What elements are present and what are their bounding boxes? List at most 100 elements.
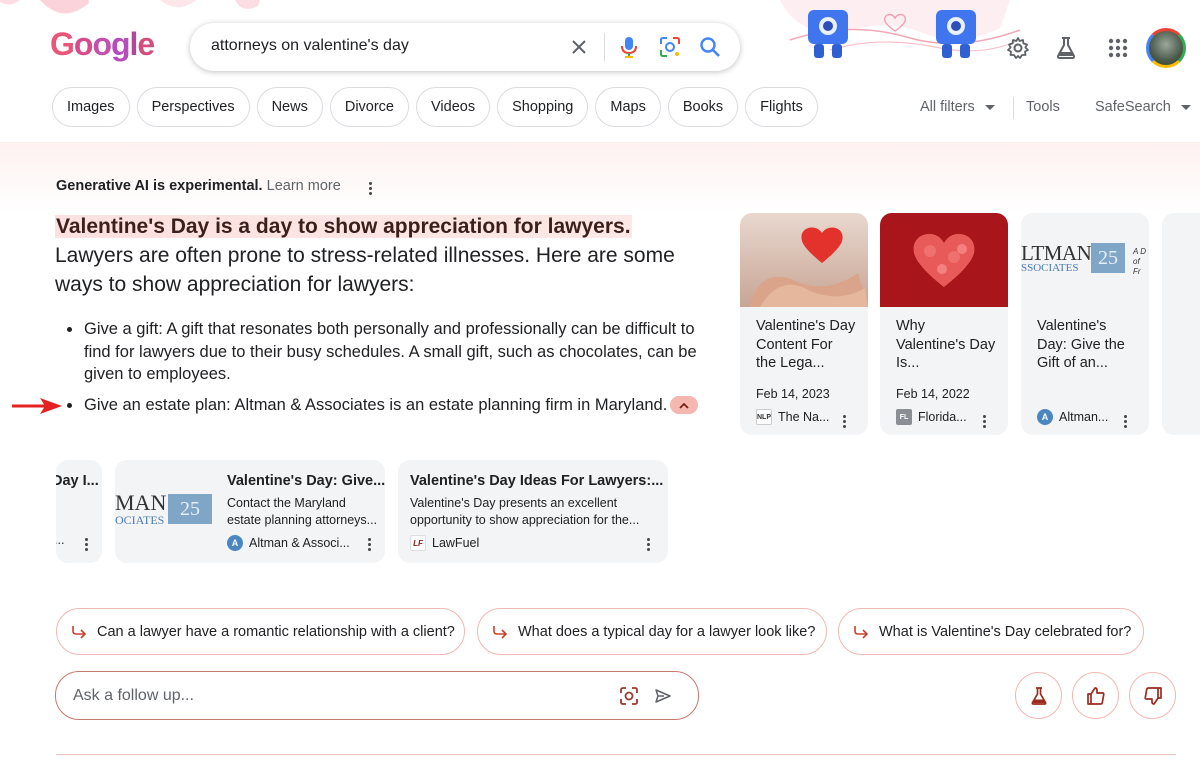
source-card-title: Valentine's Day: Give... [227,473,385,489]
more-options-icon[interactable] [78,534,94,554]
chip-images[interactable]: Images [52,87,130,127]
lens-icon[interactable] [658,35,682,59]
apps-grid-icon[interactable] [1106,36,1130,60]
source-site-name: Altman & Associ... [249,536,350,550]
chevron-down-icon [1180,104,1191,110]
collapse-sources-button[interactable] [670,396,699,415]
logo-letter: g [110,26,131,62]
source-card-partial[interactable] [1162,213,1200,435]
gear-icon[interactable] [1006,36,1030,60]
suggestion-chip[interactable]: Can a lawyer have a romantic relationshi… [56,608,465,655]
chip-maps[interactable]: Maps [595,87,661,127]
source-card-site: A Altman... [1037,409,1108,425]
source-card-title: Day I... [56,473,99,489]
source-card-partial[interactable]: Day I... ... [56,460,102,563]
source-card-snippet: Contact the Maryland estate planning att… [227,496,378,527]
source-card-image [740,213,868,307]
more-options-icon[interactable] [640,534,656,554]
source-card[interactable]: Why Valentine's Day Is... Feb 14, 2022 F… [880,213,1008,435]
labs-flask-icon [1031,686,1046,705]
labs-button[interactable] [1015,672,1062,719]
more-options-icon[interactable] [976,411,992,431]
ai-summary: Valentine's Day is a day to show appreci… [55,212,705,299]
altman-logo-sub: SSOCIATES [1021,262,1079,274]
favicon-icon: A [227,535,243,551]
source-card-image: MAN OCIATES 25 [115,460,217,563]
source-card-site: A Altman & Associ... [227,535,350,551]
reply-arrow-icon [493,625,508,639]
learn-more-link[interactable]: Learn more [267,178,341,194]
header-decoration-right [780,0,1021,58]
list-item: Give an estate plan: Altman & Associates… [67,394,706,417]
thumbs-up-icon [1086,686,1105,705]
avatar[interactable] [1146,28,1186,68]
search-query[interactable]: attorneys on valentine's day [211,37,409,55]
reply-arrow-icon [72,625,87,639]
google-logo[interactable]: Google [50,26,155,66]
source-card-date: Feb 14, 2022 [896,387,970,401]
source-card-title: Valentine's Day Ideas For Lawyers:... [410,473,664,489]
search-icon[interactable] [698,35,722,59]
more-options-icon[interactable] [362,178,378,198]
lens-icon[interactable] [617,684,641,708]
ai-experimental-label: Generative AI is experimental. Learn mor… [56,178,341,194]
more-options-icon[interactable] [1117,411,1133,431]
chip-news[interactable]: News [256,87,323,127]
altman-logo-number: 25 [1091,243,1125,273]
more-options-icon[interactable] [361,534,377,554]
mic-icon[interactable] [617,35,641,59]
source-card-title: Why Valentine's Day Is... [896,318,996,371]
more-options-icon[interactable] [836,411,852,431]
source-card-date: Feb 14, 2023 [756,387,830,401]
send-icon[interactable] [651,684,675,708]
search-divider [604,33,605,61]
chip-shopping[interactable]: Shopping [497,87,589,127]
favicon-icon: A [1037,409,1053,425]
suggestion-text: Can a lawyer have a romantic relationshi… [97,623,455,640]
search-box[interactable]: attorneys on valentine's day [190,23,740,71]
section-divider [56,754,1176,755]
all-filters-label: All filters [920,99,975,115]
all-filters-button[interactable]: All filters [920,99,995,115]
tools-row: All filters Tools SafeSearch [920,97,1200,119]
close-icon[interactable] [567,35,591,59]
chip-divorce[interactable]: Divorce [329,87,409,127]
thumbs-up-button[interactable] [1072,672,1119,719]
altman-logo-tag: A Dof Fr [1133,247,1149,277]
source-card-site: FL Florida... [896,409,967,425]
favicon-icon: LF [410,535,426,551]
chevron-down-icon [984,104,995,110]
chevron-up-icon [679,402,689,409]
source-card-image [880,213,1008,307]
ai-label-bold: Generative AI is experimental. [56,178,263,194]
source-card-title: Valentine's Day Content For the Lega... [756,318,856,371]
logo-letter: G [50,26,75,62]
source-card-image: LTMAN SSOCIATES 25 A Dof Fr [1021,213,1149,307]
labs-flask-icon[interactable] [1054,36,1078,60]
source-site-name: LawFuel [432,536,480,550]
suggestion-text: What does a typical day for a lawyer loo… [518,623,816,640]
red-arrow-annotation [12,398,62,414]
safesearch-button[interactable]: SafeSearch [1095,99,1191,115]
bullet-text: Give an estate plan: Altman & Associates… [84,395,668,414]
source-card[interactable]: Valentine's Day Content For the Lega... … [740,213,868,435]
source-site-name: Altman... [1059,410,1109,424]
ai-summary-text: Lawyers are often prone to stress-relate… [55,244,675,296]
chip-books[interactable]: Books [667,87,739,127]
filter-chips: Images Perspectives News Divorce Videos … [52,87,818,127]
chip-flights[interactable]: Flights [745,87,818,127]
favicon-icon: NLP [756,409,772,425]
source-card[interactable]: Valentine's Day Ideas For Lawyers:... Va… [398,460,668,563]
chip-perspectives[interactable]: Perspectives [136,87,250,127]
source-card[interactable]: LTMAN SSOCIATES 25 A Dof Fr Valentine's … [1021,213,1149,435]
chip-videos[interactable]: Videos [416,87,491,127]
followup-input[interactable] [73,684,593,708]
thumbs-down-button[interactable] [1129,672,1176,719]
logo-letter: o [92,26,112,62]
suggestion-chip[interactable]: What does a typical day for a lawyer loo… [477,608,827,655]
source-card[interactable]: MAN OCIATES 25 Valentine's Day: Give... … [115,460,385,563]
source-card-title: Valentine's Day: Give the Gift of an... [1037,318,1125,371]
suggestion-chip[interactable]: What is Valentine's Day celebrated for? [838,608,1144,655]
tools-button[interactable]: Tools [1026,99,1060,115]
ai-bullet-list: Give a gift: A gift that resonates both … [67,318,706,424]
